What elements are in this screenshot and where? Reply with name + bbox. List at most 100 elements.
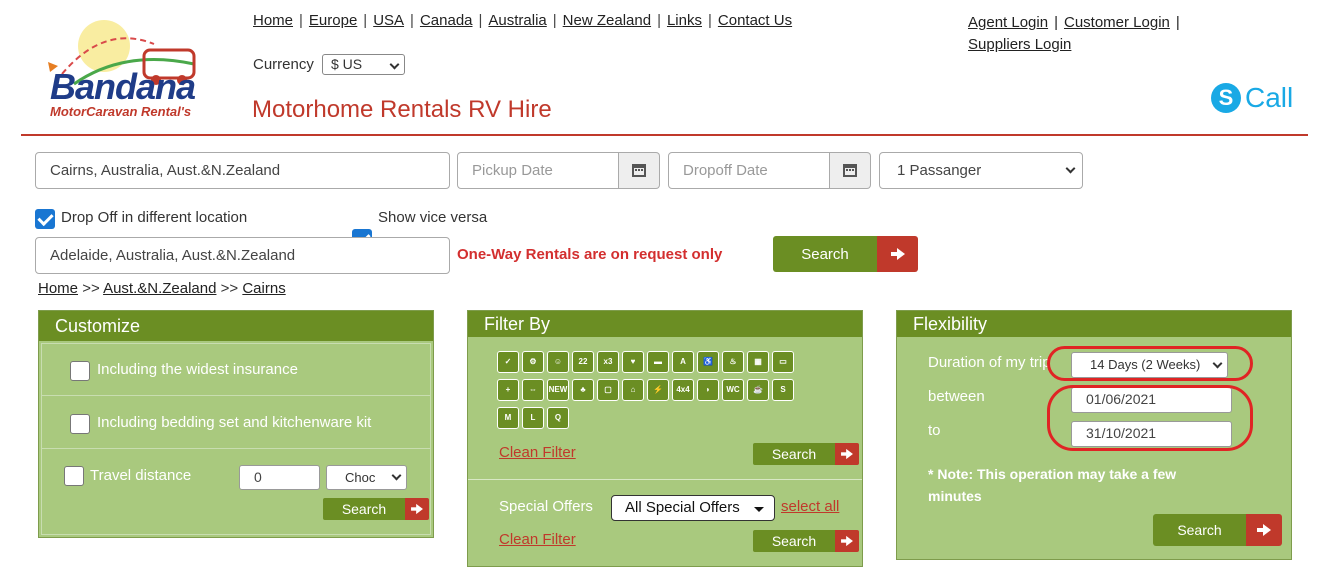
breadcrumb-separator: >> — [82, 280, 100, 297]
flexibility-search-button[interactable]: Search — [1153, 514, 1282, 546]
clean-offers-link[interactable]: Clean Filter — [499, 531, 576, 548]
special-offers-label: Special Offers — [499, 498, 593, 515]
breadcrumb-home[interactable]: Home — [38, 280, 78, 297]
filter-title: Filter By — [468, 311, 862, 337]
power-icon[interactable]: ⚡ — [647, 379, 669, 401]
gear-check-icon[interactable]: ✓ — [497, 351, 519, 373]
between-label: between — [928, 388, 985, 405]
offers-search-button[interactable]: Search — [753, 530, 859, 552]
wc-icon[interactable]: WC — [722, 379, 744, 401]
nav-europe[interactable]: Europe — [309, 12, 357, 29]
nav-contact-us[interactable]: Contact Us — [718, 12, 792, 29]
distance-unit-value: Choc — [345, 470, 376, 485]
l-icon[interactable]: L — [522, 407, 544, 429]
caret-down-icon — [754, 507, 764, 512]
logo-text: Bandana — [50, 66, 196, 107]
person-icon[interactable]: ☺ — [547, 351, 569, 373]
currency-label: Currency — [253, 56, 314, 73]
chevron-down-icon — [391, 470, 402, 481]
s-icon[interactable]: S — [772, 379, 794, 401]
insurance-checkbox[interactable] — [70, 361, 90, 381]
currency-select[interactable]: $ US — [322, 54, 405, 75]
caravan-icon[interactable]: ◗ — [697, 379, 719, 401]
dropoff-different-checkbox[interactable] — [35, 209, 55, 229]
dropoff-different-label: Drop Off in different location — [61, 209, 248, 226]
currency-value: $ US — [331, 56, 363, 72]
chevron-down-icon — [1065, 163, 1076, 174]
search-label: Search — [1153, 514, 1246, 546]
filter-search-button[interactable]: Search — [753, 443, 859, 465]
dropoff-date-input[interactable]: Dropoff Date — [668, 152, 830, 189]
login-nav: Agent Login | Customer Login | Suppliers Lo… — [968, 14, 1180, 53]
breadcrumb-city[interactable]: Cairns — [242, 280, 285, 297]
chevron-down-icon — [389, 59, 400, 70]
oneway-note: One-Way Rentals are on request only — [457, 246, 723, 263]
customer-login-link[interactable]: Customer Login — [1064, 14, 1170, 31]
dropoff-location-input[interactable]: Adelaide, Australia, Aust.&N.Zealand — [35, 237, 450, 274]
new-icon[interactable]: NEW — [547, 379, 569, 401]
distance-label: Travel distance — [90, 467, 192, 484]
header-divider — [21, 134, 1308, 136]
annotation-ring-duration — [1047, 346, 1253, 381]
top-nav: Home | Europe | USA | Canada | Australia | New Zea… — [253, 12, 793, 29]
main-search-button[interactable]: Search — [773, 236, 918, 272]
m-icon[interactable]: M — [497, 407, 519, 429]
breadcrumb-separator: >> — [220, 280, 239, 297]
insurance-label: Including the widest insurance — [97, 361, 298, 378]
select-all-link[interactable]: select all — [781, 498, 839, 515]
x3-icon[interactable]: x3 — [597, 351, 619, 373]
tv-icon[interactable]: ▢ — [597, 379, 619, 401]
bedding-label: Including bedding set and kitchenware ki… — [97, 414, 372, 431]
calendar-icon — [632, 164, 646, 177]
nav-canada[interactable]: Canada — [420, 12, 473, 29]
special-offers-select[interactable]: All Special Offers — [611, 495, 775, 521]
bed-icon[interactable]: ▬ — [647, 351, 669, 373]
suppliers-login-link[interactable]: Suppliers Login — [968, 36, 1071, 53]
van-icon[interactable]: ▭ — [772, 351, 794, 373]
breadcrumb-region[interactable]: Aust.&N.Zealand — [103, 280, 216, 297]
passenger-select[interactable]: 1 Passanger — [879, 152, 1083, 189]
nav-australia[interactable]: Australia — [488, 12, 546, 29]
gear-icon[interactable]: ⚙ — [522, 351, 544, 373]
page-title: Motorhome Rentals RV Hire — [252, 96, 552, 123]
agent-login-link[interactable]: Agent Login — [968, 14, 1048, 31]
arrow-right-icon — [405, 498, 429, 520]
awning-icon[interactable]: ⌂ — [622, 379, 644, 401]
pickup-location-input[interactable]: Cairns, Australia, Aust.&N.Zealand — [35, 152, 450, 189]
bedding-checkbox[interactable] — [70, 414, 90, 434]
search-label: Search — [753, 443, 835, 465]
drink-icon[interactable]: ☕ — [747, 379, 769, 401]
arrow-right-icon — [1246, 514, 1282, 546]
add-person-icon[interactable]: + — [497, 379, 519, 401]
customize-panel: Customize Including the widest insurance… — [38, 310, 434, 538]
flexibility-title: Flexibility — [897, 311, 1291, 337]
bandana-logo[interactable]: Bandana MotorCaravan Rental's — [44, 14, 214, 124]
nav-usa[interactable]: USA — [373, 12, 404, 29]
road-icon[interactable]: Α — [672, 351, 694, 373]
special-offers-value: All Special Offers — [625, 499, 740, 516]
pickup-calendar-button[interactable] — [619, 152, 660, 189]
distance-checkbox[interactable] — [64, 466, 84, 486]
group-icon[interactable]: ♣ — [572, 379, 594, 401]
shower-icon[interactable]: ♨ — [722, 351, 744, 373]
pickup-date-input[interactable]: Pickup Date — [457, 152, 619, 189]
distance-unit-select[interactable]: Choc — [326, 465, 407, 490]
wheelchair-icon[interactable]: ♿ — [697, 351, 719, 373]
nav-new-zealand[interactable]: New Zealand — [563, 12, 651, 29]
2-2-icon[interactable]: 22 — [572, 351, 594, 373]
toilet-icon[interactable]: ▦ — [747, 351, 769, 373]
nav-links[interactable]: Links — [667, 12, 702, 29]
nav-home[interactable]: Home — [253, 12, 293, 29]
passenger-value: 1 Passanger — [897, 162, 982, 179]
dropoff-calendar-button[interactable] — [830, 152, 871, 189]
quality-icon[interactable]: Q — [547, 407, 569, 429]
distance-input[interactable]: 0 — [239, 465, 320, 490]
customize-title: Customize — [39, 311, 433, 341]
skype-call-button[interactable]: S Call — [1211, 82, 1293, 114]
4x4-icon[interactable]: 4x4 — [672, 379, 694, 401]
size-icon[interactable]: ⇔ — [522, 379, 544, 401]
flexibility-note: * Note: This operation may take a few mi… — [928, 466, 1177, 504]
customize-search-button[interactable]: Search — [323, 498, 429, 520]
clean-filter-link[interactable]: Clean Filter — [499, 444, 576, 461]
family-icon[interactable]: ♥ — [622, 351, 644, 373]
